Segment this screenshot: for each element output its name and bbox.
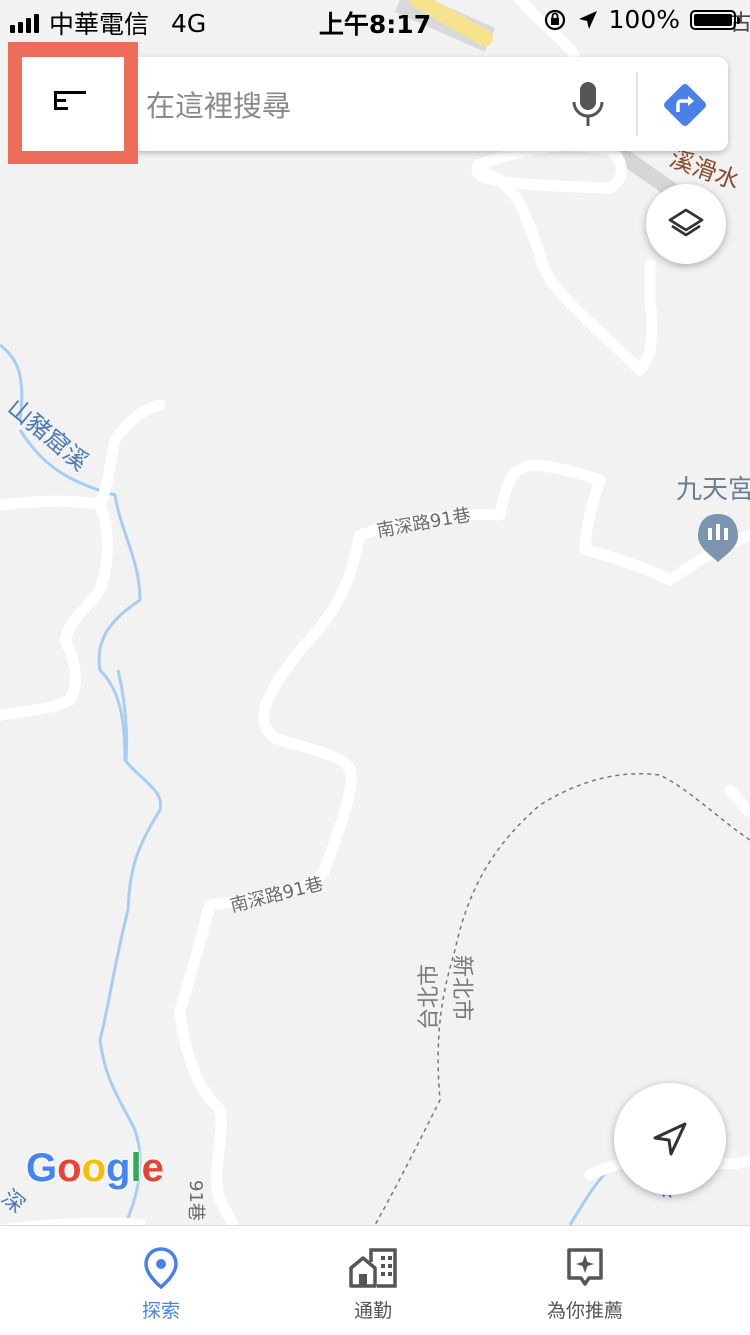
logo-letter: l	[130, 1146, 142, 1190]
tab-commute-label: 通勤	[353, 1300, 392, 1322]
menu-button[interactable]	[22, 57, 124, 151]
tab-explore[interactable]: 探索	[71, 1226, 251, 1335]
bottom-navigation: 探索 通勤 為你推薦	[0, 1225, 750, 1335]
logo-letter: g	[106, 1146, 131, 1190]
map-label-city-right: 新北市	[449, 955, 474, 1021]
voice-search-button[interactable]	[560, 68, 616, 138]
rotation-lock-icon	[544, 9, 565, 30]
tab-commute[interactable]: 通勤	[283, 1226, 463, 1335]
location-arrow-icon	[578, 10, 597, 29]
tab-for-you[interactable]: 為你推薦	[495, 1226, 675, 1335]
map-label-place[interactable]: 九天宮	[676, 475, 750, 505]
google-logo: Google	[26, 1146, 164, 1191]
sparkle-badge-icon	[567, 1248, 603, 1286]
directions-button[interactable]	[650, 70, 720, 140]
tab-for-you-label: 為你推薦	[546, 1300, 623, 1322]
commute-buildings-icon	[349, 1248, 397, 1288]
search-bar-divider	[636, 72, 638, 136]
map-label-road-bottom: 91巷	[185, 1180, 206, 1221]
map-layers-button[interactable]	[646, 184, 726, 264]
status-bar: 中華電信 4G 上午8:17 100%	[0, 0, 750, 40]
logo-letter: e	[141, 1146, 164, 1190]
battery-icon	[690, 9, 740, 30]
menu-icon	[54, 91, 86, 110]
microphone-icon	[572, 82, 604, 126]
logo-letter: G	[26, 1146, 58, 1190]
search-input[interactable]: 在這裡搜尋	[146, 83, 291, 125]
map-label-city-left: 台北市	[417, 964, 442, 1030]
layers-icon	[668, 208, 704, 237]
tab-explore-label: 探索	[141, 1300, 180, 1322]
navigation-arrow-icon	[653, 1122, 687, 1156]
battery-percentage: 100%	[608, 5, 680, 34]
logo-letter: o	[57, 1146, 82, 1190]
logo-letter: o	[81, 1146, 106, 1190]
my-location-button[interactable]	[614, 1083, 726, 1195]
directions-icon	[664, 84, 706, 126]
location-pin-icon	[144, 1247, 178, 1290]
